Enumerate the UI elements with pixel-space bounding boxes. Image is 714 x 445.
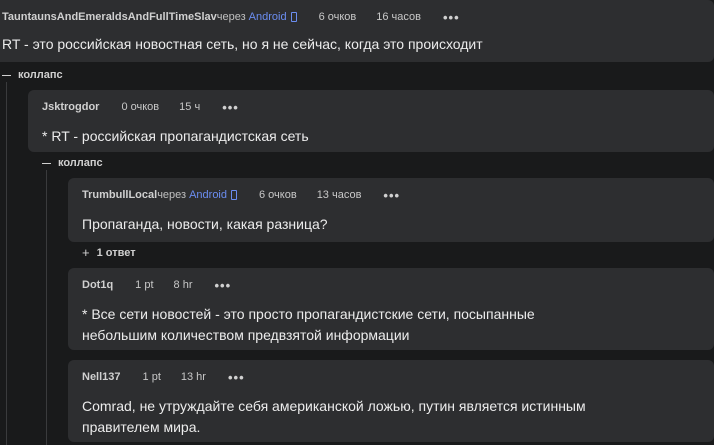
platform-label: Android	[189, 189, 227, 201]
points: 1 pt	[142, 371, 161, 383]
replies-label: 1 ответ	[96, 246, 136, 259]
comment-card: Jsktrogdor 0 очков 15 ч ••• * RT - росси…	[28, 90, 714, 152]
timestamp: 13 часов	[316, 189, 362, 201]
points: 0 очков	[121, 101, 160, 113]
thread-line	[46, 170, 47, 445]
collapse-label: коллапс	[58, 157, 103, 169]
comment-meta: Dot1q 1 pt 8 hr •••	[82, 272, 700, 298]
plus-icon: +	[82, 245, 90, 260]
minus-icon	[2, 74, 11, 76]
comment-meta: TrumbullLocal через Android 6 очков 13 ч…	[82, 182, 700, 208]
phone-icon	[290, 12, 297, 22]
comment-card: TauntaunsAndEmeraldsAndFullTimeSlav чере…	[0, 0, 714, 62]
points: 6 очков	[259, 189, 297, 201]
collapse-label: коллапс	[18, 69, 63, 81]
comment-card: Dot1q 1 pt 8 hr ••• * Все сети новостей …	[68, 268, 714, 350]
collapse-button[interactable]: коллапс	[2, 69, 63, 81]
more-dots-icon[interactable]: •••	[228, 370, 245, 385]
username[interactable]: Jsktrogdor	[42, 101, 99, 113]
username[interactable]: TrumbullLocal	[82, 189, 157, 201]
timestamp: 16 часов	[376, 11, 421, 23]
via-label: через	[216, 11, 246, 23]
comment-meta: TauntaunsAndEmeraldsAndFullTimeSlav чере…	[2, 4, 700, 30]
points: 6 очков	[318, 11, 357, 23]
comment-text: * RT - российская пропагандистская сеть	[42, 128, 309, 144]
more-dots-icon[interactable]: •••	[383, 188, 400, 203]
comment-text: Comrad, не утруждайте себя американской …	[82, 398, 586, 435]
comment-text: * Все сети новостей - это просто пропага…	[82, 306, 535, 343]
timestamp: 8 hr	[173, 279, 193, 291]
comment-meta: Jsktrogdor 0 очков 15 ч •••	[42, 94, 700, 120]
minus-icon	[42, 162, 51, 164]
more-dots-icon[interactable]: •••	[443, 10, 460, 25]
comment-text: Пропаганда, новости, какая разница?	[82, 216, 328, 232]
collapse-button[interactable]: коллапс	[42, 157, 103, 169]
via-label: через	[157, 189, 187, 201]
comment-card: Nell137 1 pt 13 hr ••• Comrad, не утружд…	[68, 360, 714, 442]
username[interactable]: Dot1q	[82, 279, 113, 291]
points: 1 pt	[135, 279, 154, 291]
timestamp: 15 ч	[179, 101, 201, 113]
phone-icon	[231, 190, 237, 200]
replies-toggle[interactable]: + 1 ответ	[82, 245, 136, 260]
username[interactable]: Nell137	[82, 371, 121, 383]
timestamp: 13 hr	[180, 371, 206, 383]
platform-label: Android	[248, 11, 287, 23]
more-dots-icon[interactable]: •••	[222, 100, 239, 115]
more-dots-icon[interactable]: •••	[215, 278, 232, 293]
comment-card: TrumbullLocal через Android 6 очков 13 ч…	[68, 178, 714, 242]
comment-meta: Nell137 1 pt 13 hr •••	[82, 364, 700, 390]
thread-line	[6, 82, 7, 445]
comment-text: RT - это российская новостная сеть, но я…	[2, 36, 483, 52]
username[interactable]: TauntaunsAndEmeraldsAndFullTimeSlav	[2, 11, 217, 23]
